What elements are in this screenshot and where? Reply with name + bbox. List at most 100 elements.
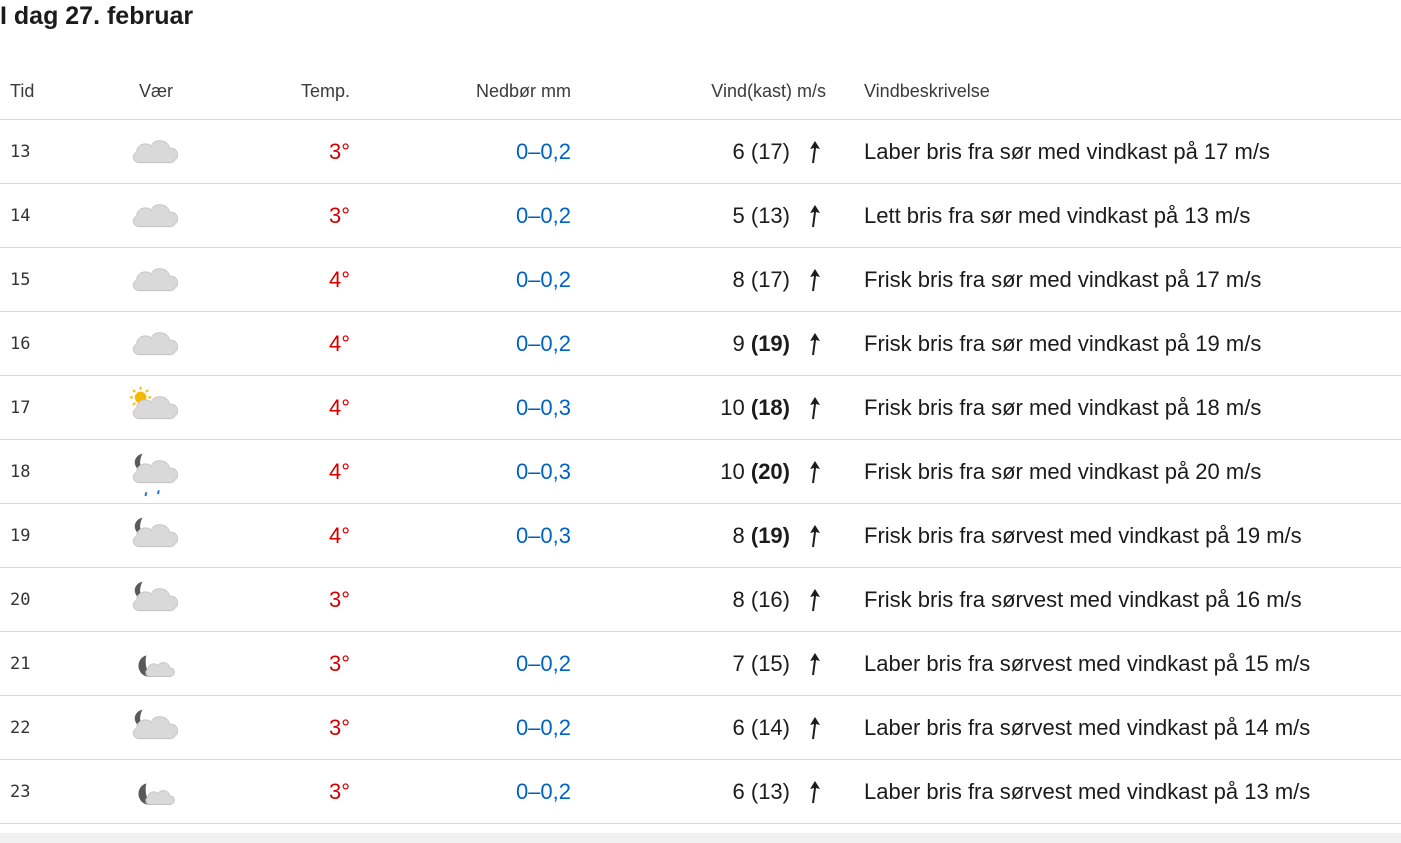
table-row: 13 3° 0–0,2 6 (17) Laber bris fra sør med vi… [0, 120, 1401, 184]
row-wind-description: Frisk bris fra sørvest med vindkast på 1… [864, 504, 1399, 567]
wind-gust: (14) [750, 714, 790, 740]
temperature-value: 3° [328, 138, 350, 164]
temperature-value: 3° [328, 202, 350, 228]
header-desc: Vindbeskrivelse [864, 81, 990, 101]
precipitation-value: 0–0,2 [515, 138, 571, 164]
wind-direction-arrow-icon [810, 780, 820, 803]
table-header: Tid Vær Temp. Nedbør mm Vind(kast) m/s V… [0, 64, 1401, 120]
wind-description: Laber bris fra sørvest med vindkast på 1… [864, 778, 1311, 804]
precipitation-value: 0–0,2 [515, 202, 571, 228]
temperature-value: 4° [328, 266, 350, 292]
row-weather [105, 312, 207, 375]
row-temp: 4° [220, 376, 350, 439]
wind-speed: 10 [720, 458, 745, 484]
row-weather [105, 184, 207, 247]
wind-description: Frisk bris fra sørvest med vindkast på 1… [864, 586, 1302, 612]
wind-gust: (19) [750, 330, 790, 356]
row-precip: 0–0,2 [400, 312, 571, 375]
row-weather [105, 376, 207, 439]
row-wind-description: Frisk bris fra sørvest med vindkast på 1… [864, 568, 1399, 631]
wind-direction-arrow-icon [810, 396, 820, 419]
row-temp: 4° [220, 312, 350, 375]
row-temp: 3° [220, 120, 350, 183]
partly-cloudy-day-icon [130, 386, 179, 419]
row-time: 19 [10, 525, 31, 546]
row-weather [105, 504, 207, 567]
row-time: 21 [10, 653, 31, 674]
wind-direction-arrow-icon [810, 716, 820, 739]
row-weather [105, 120, 207, 183]
row-weather [105, 248, 207, 311]
row-wind-description: Laber bris fra sørvest med vindkast på 1… [864, 632, 1399, 695]
cloudy-icon [132, 203, 179, 227]
row-weather [105, 696, 207, 759]
wind-value: 8 (16) [733, 587, 791, 613]
wind-speed: 10 [720, 394, 745, 420]
row-weather [105, 632, 207, 695]
wind-description: Frisk bris fra sør med vindkast på 19 m/… [864, 330, 1262, 356]
row-time: 16 [10, 333, 31, 354]
wind-gust: (13) [750, 778, 790, 804]
row-time: 20 [10, 589, 31, 610]
row-wind: 9 (19) [630, 312, 826, 375]
row-wind-description: Laber bris fra sørvest med vindkast på 1… [864, 696, 1399, 759]
row-time: 13 [10, 141, 31, 162]
header-weather: Vær [138, 81, 173, 101]
wind-description: Frisk bris fra sør med vindkast på 18 m/… [864, 394, 1262, 420]
wind-description: Laber bris fra sør med vindkast på 17 m/… [864, 138, 1270, 164]
row-wind-description: Frisk bris fra sør med vindkast på 18 m/… [864, 376, 1399, 439]
wind-direction-arrow-icon [810, 204, 820, 227]
temperature-value: 3° [328, 586, 350, 612]
row-wind: 6 (17) [630, 120, 826, 183]
wind-direction-arrow-icon [810, 332, 820, 355]
header-time: Tid [10, 81, 35, 101]
temperature-value: 4° [328, 394, 350, 420]
table-row: 16 4° 0–0,2 9 (19) Frisk bris fra sør med vi… [0, 312, 1401, 376]
wind-value: 9 (19) [733, 331, 791, 357]
row-temp: 3° [220, 760, 350, 823]
row-wind-description: Frisk bris fra sør med vindkast på 19 m/… [864, 312, 1399, 375]
row-precip: 0–0,2 [400, 184, 571, 247]
row-temp: 4° [220, 504, 350, 567]
wind-gust: (19) [750, 522, 790, 548]
row-weather [105, 440, 207, 503]
precipitation-value: 0–0,3 [515, 522, 571, 548]
wind-speed: 7 [732, 650, 745, 676]
row-precip: 0–0,2 [400, 696, 571, 759]
table-body: 13 3° 0–0,2 6 (17) Laber bris fra sør med vi… [0, 120, 1401, 824]
wind-gust: (15) [750, 650, 790, 676]
row-precip: 0–0,2 [400, 632, 571, 695]
row-time: 15 [10, 269, 31, 290]
row-temp: 3° [220, 696, 350, 759]
table-row: 14 3° 0–0,2 5 (13) Lett bris fra sør med vin… [0, 184, 1401, 248]
wind-speed: 8 [732, 586, 745, 612]
table-row: 15 4° 0–0,2 8 (17) Frisk bris fra sør med vi… [0, 248, 1401, 312]
row-wind: 10 (18) [630, 376, 826, 439]
row-wind-description: Laber bris fra sør med vindkast på 17 m/… [864, 120, 1399, 183]
wind-speed: 9 [732, 330, 745, 356]
row-precip [400, 568, 571, 631]
wind-value: 10 (18) [720, 395, 790, 421]
row-precip: 0–0,2 [400, 760, 571, 823]
temperature-value: 3° [328, 650, 350, 676]
precipitation-value: 0–0,2 [515, 330, 571, 356]
wind-value: 5 (13) [733, 203, 791, 229]
row-wind: 8 (17) [630, 248, 826, 311]
row-temp: 3° [220, 568, 350, 631]
precipitation-value: 0–0,3 [515, 458, 571, 484]
wind-value: 8 (19) [733, 523, 791, 549]
wind-gust: (18) [750, 394, 790, 420]
wind-direction-arrow-icon [810, 460, 820, 483]
cloudy-icon [132, 267, 179, 291]
page-title: I dag 27. februar [0, 2, 194, 30]
row-precip: 0–0,3 [400, 504, 571, 567]
row-wind: 7 (15) [630, 632, 826, 695]
wind-description: Laber bris fra sørvest med vindkast på 1… [864, 714, 1311, 740]
wind-gust: (16) [750, 586, 790, 612]
wind-gust: (20) [750, 458, 790, 484]
row-time: 23 [10, 781, 31, 802]
hourly-forecast-table: Tid Vær Temp. Nedbør mm Vind(kast) m/s V… [0, 64, 1401, 824]
row-time: 22 [10, 717, 31, 738]
table-row: 23 3° 0–0,2 6 (13) Laber bris fra sørvest me… [0, 760, 1401, 824]
row-wind: 8 (16) [630, 568, 826, 631]
